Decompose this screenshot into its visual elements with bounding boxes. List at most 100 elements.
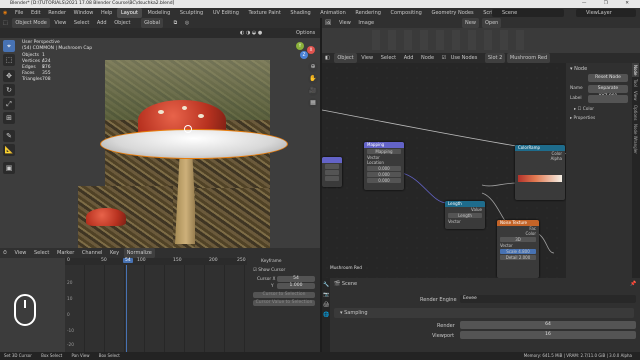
menu-edit[interactable]: Edit (28, 8, 44, 18)
workspace-tab-layout[interactable]: Layout (116, 8, 142, 18)
scene-props-icon[interactable]: 🌐 (323, 312, 329, 318)
mushroom-cap-mesh[interactable] (100, 129, 288, 159)
cursor-y-field[interactable]: 1.000 (277, 283, 315, 289)
open-image-button[interactable]: Open (482, 18, 502, 28)
timeline-menu-channel[interactable]: Channel (79, 248, 106, 258)
mapping-loc-y[interactable]: 0.000 (367, 172, 401, 177)
pan-hand-icon[interactable]: ✋ (308, 74, 318, 84)
menu-help[interactable]: Help (98, 8, 115, 18)
select-box-tool-icon[interactable]: ⬚ (3, 54, 15, 66)
workspace-tab-compositing[interactable]: Compositing (387, 8, 426, 18)
move-tool-icon[interactable]: ✥ (3, 70, 15, 82)
shader-menu-view[interactable]: View (358, 53, 376, 63)
transform-tool-icon[interactable]: ⊞ (3, 112, 15, 124)
annotate-tool-icon[interactable]: ✎ (3, 130, 15, 142)
rotate-tool-icon[interactable]: ↻ (3, 84, 15, 96)
object-type-selector[interactable]: Object (334, 53, 357, 63)
scene-selector[interactable]: Scene (492, 9, 564, 17)
noise-dimension-field[interactable]: 3D (500, 237, 536, 242)
transform-orientation[interactable]: Global (141, 18, 164, 28)
render-props-icon[interactable]: 📷 (323, 292, 329, 298)
mapping-loc-x[interactable]: 0.000 (367, 166, 401, 171)
view-layer-selector[interactable]: ViewLayer (576, 9, 636, 17)
timeline-ruler[interactable]: 0 50 100 150 200 250 54 (65, 258, 247, 265)
node-name-field[interactable]: Separate XYZ.001 (588, 85, 628, 99)
material-name-field[interactable]: Mushroom Red (506, 53, 551, 63)
sampling-panel-header[interactable]: ▾ Sampling (334, 308, 634, 318)
shader-menu-select[interactable]: Select (378, 53, 399, 63)
render-samples-field[interactable]: 64 (460, 321, 636, 329)
menu-object[interactable]: Object (111, 18, 133, 28)
image-menu-view[interactable]: View (336, 18, 354, 28)
color-ramp-gradient[interactable] (518, 175, 562, 182)
menu-render[interactable]: Render (45, 8, 69, 18)
zoom-icon[interactable]: ⊕ (308, 62, 318, 72)
blender-logo-icon[interactable]: ◉ (0, 8, 10, 18)
node-section-header[interactable]: ▾ Node (570, 66, 587, 72)
shader-menu-add[interactable]: Add (401, 53, 417, 63)
length-operation-field[interactable]: Length (448, 213, 482, 218)
cursor-tool-icon[interactable]: ⌖ (3, 40, 15, 52)
snap-icon[interactable]: ⧉ (171, 18, 181, 28)
workspace-tab-animation[interactable]: Animation (316, 8, 350, 18)
camera-view-icon[interactable]: 🎥 (308, 86, 318, 96)
cursor-value-to-selection-button[interactable]: Cursor Value to Selection (253, 300, 315, 306)
timeline-menu-key[interactable]: Key (107, 248, 122, 258)
new-image-button[interactable]: New (462, 18, 479, 28)
shader-editor-icon[interactable]: ◧ (322, 53, 333, 63)
cursor-to-selection-button[interactable]: Cursor to Selection (253, 292, 315, 298)
show-cursor-row[interactable]: ☑ Show Cursor (253, 268, 285, 273)
workspace-tab-rendering[interactable]: Rendering (351, 8, 385, 18)
tab-view[interactable]: View (632, 89, 639, 103)
proportional-edit-icon[interactable]: ◎ (182, 18, 192, 28)
normalize-toggle[interactable]: Normalize (123, 248, 155, 258)
menu-view[interactable]: View (51, 18, 69, 28)
image-menu-image[interactable]: Image (355, 18, 377, 28)
shader-menu-node[interactable]: Node (418, 53, 437, 63)
node-noise-texture[interactable]: Noise Texture Fac Color 3D Vector Scale … (497, 220, 539, 278)
node-length[interactable]: Length Value Length Vector (445, 201, 485, 229)
keyframe-tab[interactable]: Keyframe (261, 259, 282, 264)
tab-options[interactable]: Options (632, 103, 639, 122)
scale-tool-icon[interactable]: ⤢ (3, 98, 15, 110)
menu-select[interactable]: Select (71, 18, 92, 28)
pin-icon[interactable]: 📌 (630, 281, 636, 287)
timeline-editor-icon[interactable]: ⏱ (0, 248, 10, 258)
reset-node-button[interactable]: Reset Node (588, 74, 628, 82)
reference-image-small[interactable] (78, 186, 173, 248)
menu-window[interactable]: Window (71, 8, 97, 18)
gizmo-z-icon[interactable]: Z (300, 51, 308, 59)
output-props-icon[interactable]: 🖨 (323, 302, 329, 308)
node-partial[interactable] (322, 157, 342, 187)
node-mapping[interactable]: Mapping Mapping Vector Location 0.000 0.… (364, 142, 404, 190)
gizmo-x-icon[interactable]: X (307, 46, 315, 54)
material-slot-selector[interactable]: Slot 2 (484, 53, 506, 63)
workspace-tab-texture-paint[interactable]: Texture Paint (245, 8, 285, 18)
image-editor-icon[interactable]: 🖼 (322, 18, 334, 28)
tab-tool[interactable]: Tool (632, 77, 639, 89)
3d-viewport[interactable]: User Perspective (54) COMMON | Mushroom … (0, 38, 320, 248)
use-nodes-toggle[interactable]: ☑ Use Nodes (439, 53, 484, 63)
menu-file[interactable]: File (12, 8, 26, 18)
viewport-samples-field[interactable]: 16 (460, 331, 636, 339)
noise-detail-field[interactable]: Detail 2.000 (500, 255, 536, 260)
workspace-tab-geometry-nodes[interactable]: Geometry Nodes (427, 8, 477, 18)
mapping-loc-z[interactable]: 0.000 (367, 178, 401, 183)
gizmo-y-icon[interactable]: Y (296, 42, 304, 50)
grid-view-icon[interactable]: ▦ (308, 98, 318, 108)
mapping-type-field[interactable]: Mapping (367, 149, 401, 154)
timeline-menu-marker[interactable]: Marker (54, 248, 77, 258)
noise-scale-field[interactable]: Scale 4.800 (500, 249, 536, 254)
graph-area[interactable]: 20 10 0 -10 -20 (65, 265, 247, 352)
properties-section[interactable]: ▸ Properties (570, 116, 595, 121)
timeline-menu-view[interactable]: View (12, 248, 30, 258)
node-color-ramp[interactable]: ColorRamp Color Alpha Fac (515, 145, 565, 200)
editor-type-icon[interactable]: ⬚ (0, 18, 11, 28)
mode-selector[interactable]: Object Mode (12, 18, 50, 28)
workspace-tab-uv-editing[interactable]: UV Editing (209, 8, 243, 18)
tab-node[interactable]: Node (632, 63, 639, 78)
current-frame-indicator[interactable]: 54 (123, 258, 133, 263)
shading-icons[interactable]: ◐ ◑ ◒ ● (240, 28, 262, 38)
measure-tool-icon[interactable]: 📐 (3, 144, 15, 156)
render-engine-select[interactable]: Eevee (460, 295, 636, 303)
